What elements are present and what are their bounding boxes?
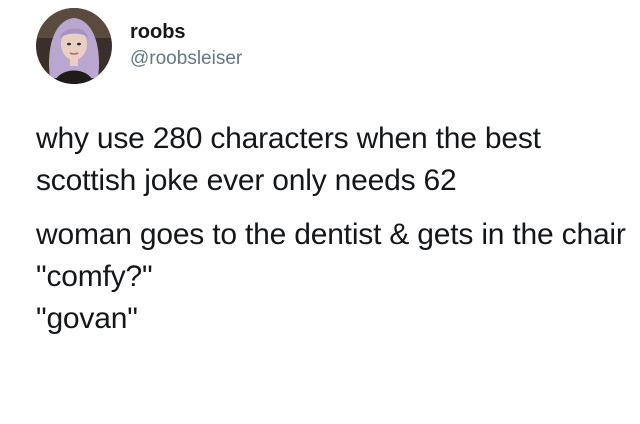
avatar[interactable] [36,8,112,84]
avatar-image [36,8,112,84]
tweet-card: roobs @roobsleiser why use 280 character… [0,0,640,424]
tweet-line: "comfy?" [36,260,153,293]
author-names: roobs @roobsleiser [130,20,242,72]
author-handle[interactable]: @roobsleiser [130,46,242,72]
tweet-text: why use 280 characters when the best sco… [36,118,626,340]
tweet-line: woman goes to the dentist & gets in the … [36,218,626,251]
author-display-name[interactable]: roobs [130,20,242,44]
tweet-header: roobs @roobsleiser [36,6,242,86]
tweet-line: why use 280 characters when the best sco… [36,122,541,197]
tweet-line: "govan" [36,302,138,335]
